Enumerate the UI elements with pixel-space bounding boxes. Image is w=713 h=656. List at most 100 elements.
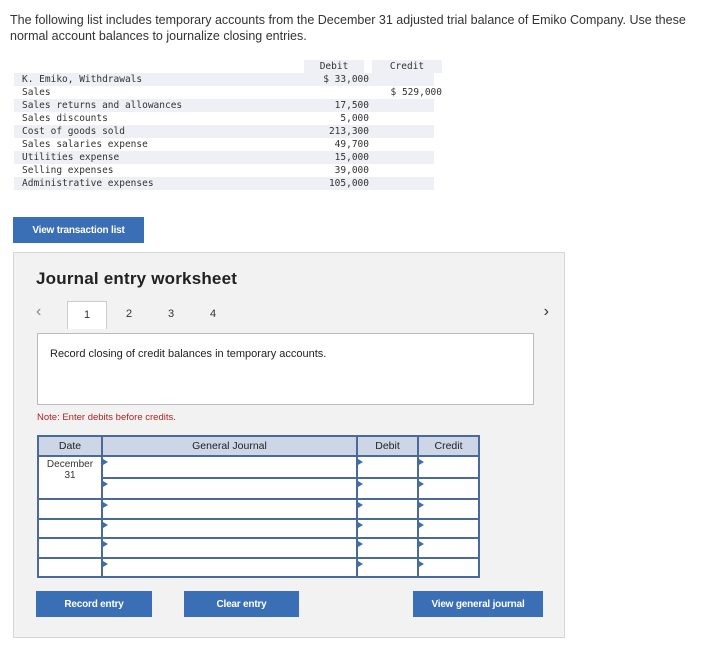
trial-balance-row: Sales $ 529,000 [14,86,442,99]
trial-balance-row: Sales discounts 5,000 [14,112,434,125]
tab-2[interactable]: 2 [109,301,149,328]
trial-balance-row: Utilities expense 15,000 [14,151,434,164]
input-marker-icon [419,560,424,567]
account-name: Sales returns and allowances [22,100,183,111]
input-marker-icon [358,459,363,465]
account-input[interactable] [101,556,358,578]
trial-balance: Debit Credit K. Emiko, Withdrawals $ 33,0… [14,60,442,190]
date-cell[interactable] [37,556,103,578]
debit-amount: 105,000 [328,178,369,189]
trial-balance-row: K. Emiko, Withdrawals $ 33,000 [14,73,434,86]
debit-input[interactable] [356,455,419,479]
debit-input[interactable] [356,556,419,578]
journal-row [37,498,480,520]
credit-header: Credit [372,60,442,73]
date-cell[interactable] [37,517,103,539]
debit-amount: 213,300 [328,126,369,137]
debit-input[interactable] [356,537,419,559]
date-cell[interactable] [37,537,103,559]
input-marker-icon [358,560,363,567]
journal-entry-worksheet: Journal entry worksheet ‹ 1 2 3 4 › Reco… [13,252,565,638]
date-cell[interactable] [37,498,103,520]
chevron-right-icon[interactable]: › [544,303,549,321]
credit-header: Credit [417,435,480,457]
input-marker-icon [358,502,363,508]
trial-balance-row: Sales returns and allowances 17,500 [14,99,434,112]
account-input[interactable] [101,517,358,539]
account-name: Utilities expense [22,152,120,163]
date-cell: December 31 [37,455,103,500]
input-marker-icon [419,521,424,528]
account-name: Administrative expenses [22,178,154,189]
account-name: Cost of goods sold [22,126,125,137]
debit-input[interactable] [356,498,419,520]
input-marker-icon [103,459,108,465]
input-marker-icon [358,480,363,487]
input-marker-icon [103,541,108,547]
debit-amount: 5,000 [340,113,369,124]
trial-balance-row: Selling expenses 39,000 [14,164,434,177]
debit-header: Debit [356,435,419,457]
chevron-left-icon[interactable]: ‹ [36,303,41,321]
journal-row: December 31 [37,455,480,500]
account-name: K. Emiko, Withdrawals [22,74,143,85]
note-text: Note: Enter debits before credits. [37,412,176,423]
tab-1[interactable]: 1 [67,301,107,329]
record-entry-button[interactable]: Record entry [36,591,152,617]
journal-row [37,556,480,578]
trial-balance-row: Sales salaries expense 49,700 [14,138,434,151]
intro-text: The following list includes temporary ac… [10,13,686,43]
worksheet-tabs: ‹ 1 2 3 4 › [34,301,549,329]
debit-amount: 15,000 [334,152,369,163]
tab-3[interactable]: 3 [151,301,191,328]
date-month: December [46,459,94,470]
account-input[interactable] [101,476,358,500]
view-general-journal-button[interactable]: View general journal [413,591,543,617]
account-name: Selling expenses [22,165,114,176]
input-marker-icon [419,541,424,547]
worksheet-title: Journal entry worksheet [36,269,238,288]
trial-balance-row: Cost of goods sold 213,300 [14,125,434,138]
date-header: Date [37,435,103,457]
credit-input[interactable] [417,498,480,520]
debit-amount: 49,700 [334,139,369,150]
debit-amount: $ 33,000 [323,74,369,85]
account-input[interactable] [101,455,358,479]
input-marker-icon [419,459,424,465]
input-marker-icon [419,480,424,487]
credit-input[interactable] [417,537,480,559]
clear-entry-button[interactable]: Clear entry [184,591,299,617]
input-marker-icon [103,560,108,567]
input-marker-icon [103,480,108,487]
view-transaction-list-button[interactable]: View transaction list [13,217,144,243]
input-marker-icon [419,502,424,508]
credit-input[interactable] [417,517,480,539]
debit-input[interactable] [356,517,419,539]
general-journal-header: General Journal [101,435,358,457]
account-input[interactable] [101,537,358,559]
account-name: Sales [22,87,51,98]
credit-input[interactable] [417,476,480,500]
debit-input[interactable] [356,476,419,500]
debit-amount: 17,500 [334,100,369,111]
credit-input[interactable] [417,455,480,479]
account-name: Sales discounts [22,113,108,124]
trial-balance-header: Debit Credit [14,60,442,73]
input-marker-icon [103,502,108,508]
account-input[interactable] [101,498,358,520]
credit-amount: $ 529,000 [390,87,442,98]
debit-amount: 39,000 [334,165,369,176]
journal-row [38,476,480,500]
debit-header: Debit [304,60,364,73]
trial-balance-row: Administrative expenses 105,000 [14,177,434,190]
account-name: Sales salaries expense [22,139,148,150]
general-journal-table: Date General Journal Debit Credit Decemb… [37,435,480,578]
input-marker-icon [358,541,363,547]
date-day: 31 [64,470,76,481]
journal-row [37,517,480,539]
instruction-box: Record closing of credit balances in tem… [37,333,534,405]
credit-input[interactable] [417,556,480,578]
input-marker-icon [358,521,363,528]
journal-row [37,537,480,559]
tab-4[interactable]: 4 [193,301,233,328]
